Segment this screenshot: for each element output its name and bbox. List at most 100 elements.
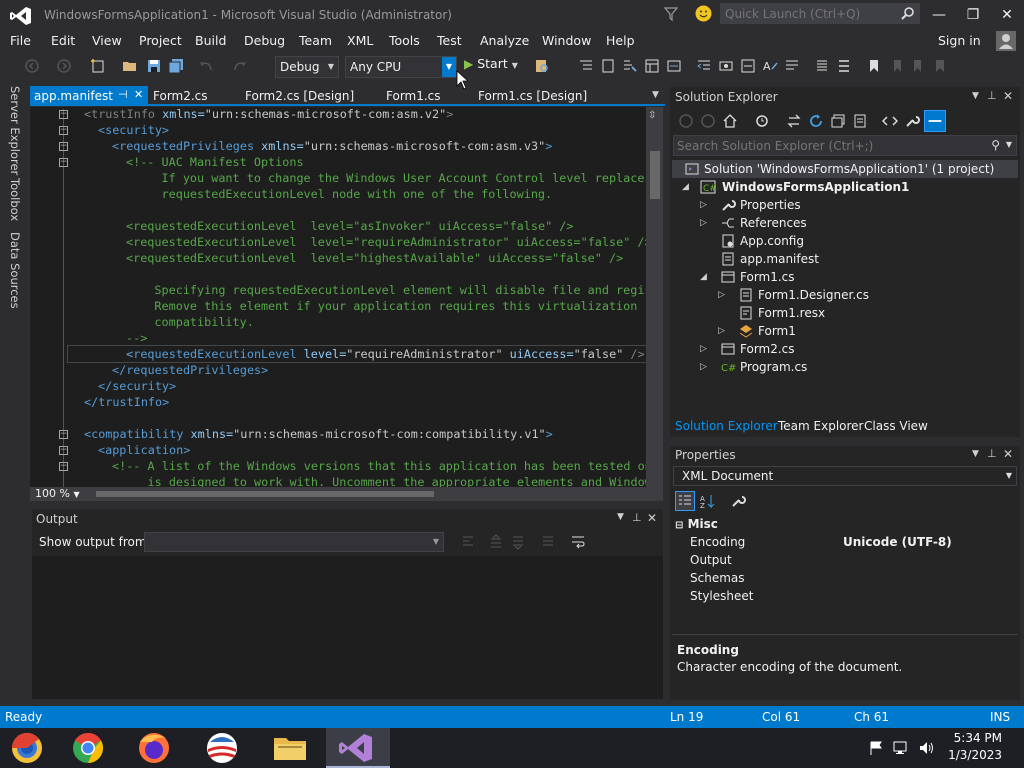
- search-icon[interactable]: [901, 6, 915, 20]
- next-bookmark-icon[interactable]: [910, 58, 926, 74]
- clear-bookmarks-icon[interactable]: [932, 58, 948, 74]
- expanded-arrow-icon[interactable]: ◢: [682, 178, 692, 196]
- tree-item-form1-designer[interactable]: Form1.Designer.cs: [758, 286, 869, 304]
- comment-icon[interactable]: [578, 58, 594, 74]
- quick-launch-box[interactable]: [720, 3, 920, 24]
- pin-icon[interactable]: ⊥: [632, 511, 642, 524]
- collapse-all-icon[interactable]: [830, 113, 846, 129]
- open-file-icon[interactable]: [122, 58, 138, 74]
- toggle-task-icon[interactable]: [740, 58, 756, 74]
- collapse-icon[interactable]: −: [59, 126, 68, 135]
- redo-icon[interactable]: [232, 58, 248, 74]
- menu-view[interactable]: View: [92, 33, 122, 48]
- categorized-button[interactable]: [675, 491, 695, 511]
- menu-xml[interactable]: XML: [347, 33, 373, 48]
- panel-menu-icon[interactable]: ▼: [617, 512, 624, 522]
- tab-form2-design[interactable]: Form2.cs [Design]: [241, 86, 358, 105]
- close-panel-icon[interactable]: ✕: [1003, 447, 1013, 461]
- collapse-icon[interactable]: −: [59, 142, 68, 151]
- menu-build[interactable]: Build: [195, 33, 226, 48]
- collapse-icon[interactable]: −: [59, 462, 68, 471]
- quick-launch-input[interactable]: [721, 4, 901, 23]
- taskbar-app-chrome-beta[interactable]: [0, 728, 64, 768]
- pin-icon[interactable]: ⊥: [987, 89, 997, 102]
- property-category[interactable]: ⊟ Misc: [675, 517, 718, 531]
- previous-message-icon[interactable]: [488, 534, 504, 550]
- menu-help[interactable]: Help: [606, 33, 635, 48]
- output-text-area[interactable]: [32, 556, 663, 699]
- editor-vertical-scrollbar[interactable]: ⇳: [646, 107, 663, 487]
- tab-form1-design[interactable]: Form1.cs [Design]: [474, 86, 591, 105]
- undo-icon[interactable]: [198, 58, 214, 74]
- new-project-icon[interactable]: [90, 58, 106, 74]
- sync-icon[interactable]: [786, 113, 802, 129]
- spell-check-icon[interactable]: A: [762, 58, 778, 74]
- code-editor[interactable]: − − − − − − − <trustInfo xmlns="urn:sche…: [30, 107, 646, 487]
- home-icon[interactable]: [722, 113, 738, 129]
- tab-solution-explorer[interactable]: Solution Explorer: [672, 417, 781, 437]
- tab-team-explorer[interactable]: Team Explorer: [778, 419, 864, 433]
- menu-debug[interactable]: Debug: [244, 33, 285, 48]
- find-in-files-icon[interactable]: [534, 58, 550, 74]
- action-center-flag-icon[interactable]: [868, 740, 884, 756]
- volume-icon[interactable]: [918, 740, 936, 756]
- schemas-icon[interactable]: [644, 58, 660, 74]
- solution-explorer-search-input[interactable]: [674, 136, 974, 155]
- pending-changes-filter-icon[interactable]: [754, 113, 770, 129]
- forward-icon[interactable]: [700, 113, 716, 129]
- property-row[interactable]: Encoding Unicode (UTF-8): [672, 533, 1018, 551]
- solution-explorer-search[interactable]: ⚲ ▼: [673, 135, 1017, 156]
- tree-item-solution[interactable]: Solution 'WindowsFormsApplication1' (1 p…: [704, 160, 994, 178]
- taskbar-app-firefox[interactable]: [122, 728, 186, 768]
- menu-window[interactable]: Window: [542, 33, 591, 48]
- collapsed-arrow-icon[interactable]: ▷: [700, 340, 710, 358]
- property-object-dropdown[interactable]: XML Document ▼: [673, 466, 1017, 486]
- toggle-word-wrap-icon[interactable]: [570, 534, 586, 550]
- collapse-icon[interactable]: −: [59, 430, 68, 439]
- menu-test[interactable]: Test: [437, 33, 462, 48]
- sign-in-link[interactable]: Sign in: [938, 33, 981, 48]
- collapse-icon[interactable]: −: [59, 110, 68, 119]
- taskbar-app-visual-studio[interactable]: [326, 728, 390, 768]
- xslt-icon[interactable]: [666, 58, 682, 74]
- tab-overflow-icon[interactable]: ▼: [652, 90, 659, 100]
- panel-menu-icon[interactable]: ▼: [972, 449, 979, 459]
- expanded-arrow-icon[interactable]: ◢: [700, 268, 710, 286]
- property-name[interactable]: Output: [690, 553, 732, 567]
- solution-platform-dropdown[interactable]: Any CPU ▼: [345, 56, 457, 78]
- tree-item-project[interactable]: WindowsFormsApplication1: [722, 178, 909, 196]
- tree-item-form2-cs[interactable]: Form2.cs: [740, 340, 795, 358]
- toggle-outlining-icon[interactable]: [718, 58, 734, 74]
- tree-item-form1-class[interactable]: Form1: [758, 322, 796, 340]
- tree-item-references[interactable]: References: [740, 214, 807, 232]
- tab-toolbox[interactable]: Toolbox: [8, 178, 22, 221]
- pin-icon[interactable]: ⊥: [987, 447, 997, 460]
- document-icon[interactable]: [600, 58, 616, 74]
- tab-app-manifest[interactable]: app.manifest ⊣ ✕: [30, 86, 148, 105]
- tab-data-sources[interactable]: Data Sources: [8, 232, 22, 309]
- details-view-icon[interactable]: [836, 58, 852, 74]
- scroll-thumb[interactable]: [650, 151, 660, 199]
- system-clock[interactable]: 5:34 PM 1/3/2023: [948, 731, 1002, 762]
- property-value[interactable]: Unicode (UTF-8): [843, 535, 952, 549]
- tab-server-explorer[interactable]: Server Explorer: [8, 86, 22, 175]
- collapsed-arrow-icon[interactable]: ▷: [700, 358, 710, 376]
- taskbar-app-file-explorer[interactable]: [258, 728, 322, 768]
- format-document-icon[interactable]: [622, 58, 638, 74]
- output-source-dropdown[interactable]: ▼: [144, 532, 444, 552]
- next-message-icon[interactable]: [510, 534, 526, 550]
- collapse-icon[interactable]: −: [59, 158, 68, 167]
- back-icon[interactable]: [678, 113, 694, 129]
- search-icon[interactable]: ⚲: [991, 138, 1000, 152]
- view-code-icon[interactable]: [882, 113, 898, 129]
- close-button[interactable]: ✕: [990, 0, 1024, 30]
- tree-item-form1-cs[interactable]: Form1.cs: [740, 268, 795, 286]
- properties-wrench-icon[interactable]: [904, 113, 920, 129]
- dropdown-arrow-icon[interactable]: ▼: [442, 57, 456, 77]
- maximize-button[interactable]: ❐: [956, 0, 990, 30]
- close-panel-icon[interactable]: ✕: [1003, 89, 1013, 103]
- zoom-level[interactable]: 100 % ▼: [35, 487, 80, 500]
- collapsed-arrow-icon[interactable]: ▷: [700, 214, 710, 232]
- pin-icon[interactable]: ⊣: [118, 88, 128, 101]
- dropdown-arrow-icon[interactable]: ▼: [1006, 140, 1012, 149]
